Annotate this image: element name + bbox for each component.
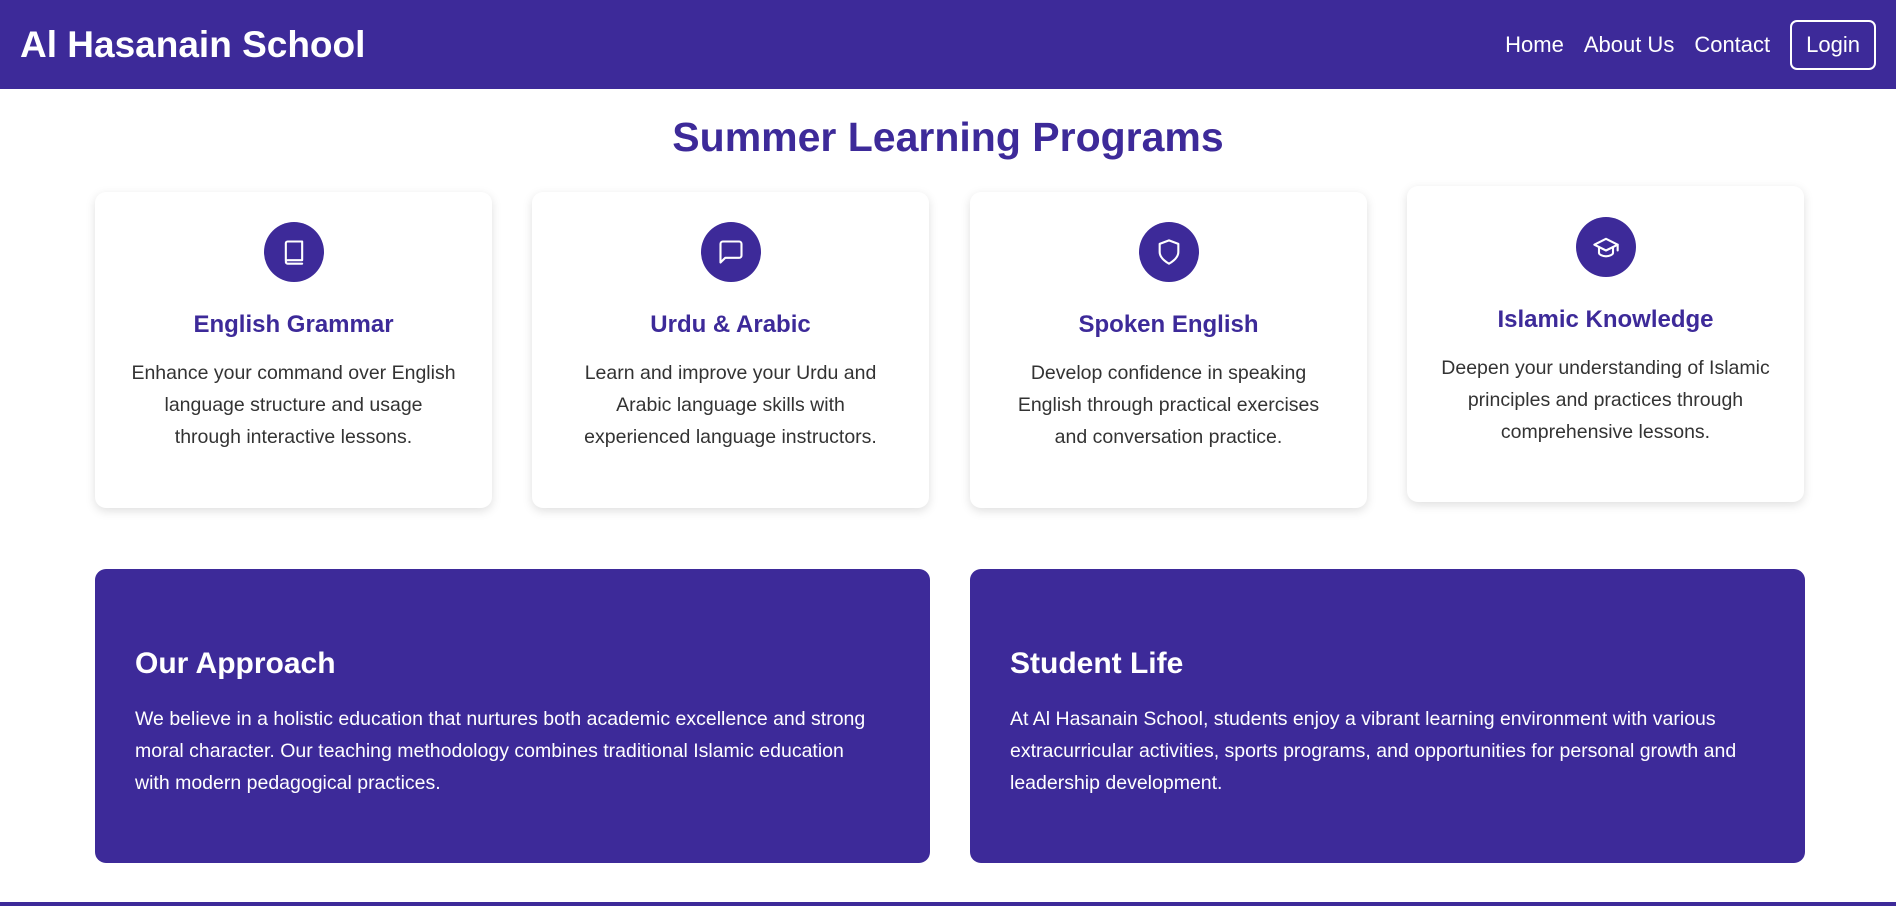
program-card-spoken-english: Spoken English Develop confidence in spe…: [970, 192, 1367, 508]
main-nav: Home About Us Contact Login: [1485, 19, 1876, 70]
site-header: Al Hasanain School Home About Us Contact…: [0, 0, 1896, 89]
our-approach-text: We believe in a holistic education that …: [135, 708, 866, 794]
programs-title: Summer Learning Programs: [672, 114, 1224, 160]
graduation-cap-icon: [1575, 217, 1636, 277]
program-card-urdu-arabic: Urdu & Arabic Learn and improve your Urd…: [532, 192, 929, 508]
nav-link-contact[interactable]: Contact: [1694, 32, 1770, 58]
shield-icon: [1138, 222, 1199, 282]
program-card-english-grammar: English Grammar Enhance your command ove…: [95, 192, 492, 508]
message-icon: [700, 222, 761, 282]
program-card-title: Spoken English: [1078, 311, 1259, 338]
book-icon: [263, 222, 324, 282]
student-life-title: Student Life: [1010, 647, 1184, 680]
our-approach-title: Our Approach: [135, 647, 336, 680]
program-card-islamic-knowledge: Islamic Knowledge Deepen your understand…: [1407, 186, 1804, 502]
footer-divider: [0, 902, 1896, 906]
site-brand[interactable]: Al Hasanain School: [20, 24, 365, 66]
student-life-text: At Al Hasanain School, students enjoy a …: [1010, 708, 1737, 794]
program-card-description: Develop confidence in speaking English t…: [1017, 362, 1320, 448]
student-life-panel: Student Life At Al Hasanain School, stud…: [970, 569, 1805, 863]
program-card-description: Deepen your understanding of Islamic pri…: [1441, 357, 1770, 443]
nav-link-home[interactable]: Home: [1505, 32, 1564, 58]
program-card-description: Enhance your command over English langua…: [131, 362, 456, 448]
our-approach-panel: Our Approach We believe in a holistic ed…: [95, 569, 930, 863]
login-button[interactable]: Login: [1790, 19, 1876, 70]
nav-link-about-us[interactable]: About Us: [1584, 32, 1675, 58]
program-card-title: Urdu & Arabic: [650, 311, 811, 338]
program-card-description: Learn and improve your Urdu and Arabic l…: [584, 362, 877, 448]
program-card-title: English Grammar: [193, 311, 394, 338]
program-card-title: Islamic Knowledge: [1497, 306, 1714, 333]
